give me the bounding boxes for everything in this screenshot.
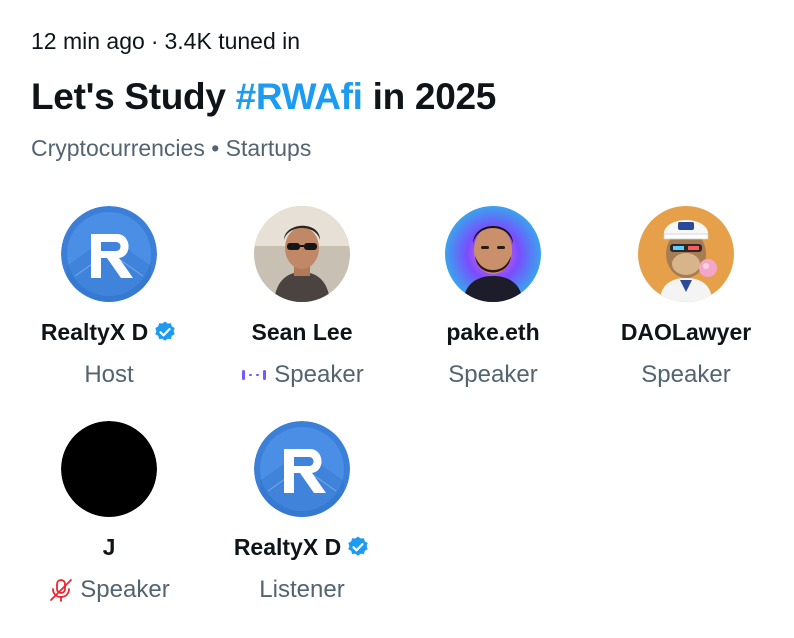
- participant-role: Speaker: [240, 360, 364, 390]
- verified-badge-icon: [346, 535, 370, 559]
- participant-name: DAOLawyer: [620, 318, 752, 345]
- space-topics: Cryptocurrencies • Startups: [31, 135, 312, 161]
- participant-realtyx-host[interactable]: RealtyX D Host: [14, 206, 204, 390]
- sean-lee-avatar[interactable]: [254, 206, 350, 302]
- person-photo-icon: [445, 206, 541, 302]
- realtyx-logo-icon: [254, 421, 350, 517]
- speaking-waveform-icon: [240, 365, 268, 385]
- title-hashtag-link[interactable]: #RWAfi: [236, 76, 363, 117]
- j-avatar[interactable]: [61, 421, 157, 517]
- ape-nft-icon: [638, 206, 734, 302]
- verified-badge-icon: [153, 320, 177, 344]
- participant-name: RealtyX D: [41, 318, 177, 346]
- space-title: Let's Study #RWAfi in 2025: [31, 76, 496, 118]
- realtyx-logo-avatar[interactable]: [61, 206, 157, 302]
- participant-name: J: [102, 533, 116, 560]
- participant-sean-lee[interactable]: Sean Lee Speaker: [207, 206, 397, 390]
- participant-name: RealtyX D: [234, 533, 370, 561]
- participant-role: Listener: [259, 576, 345, 603]
- person-photo-icon: [254, 206, 350, 302]
- muted-mic-icon: [48, 577, 74, 603]
- participant-role: Speaker: [48, 575, 170, 605]
- tuned-in-count: 3.4K tuned in: [164, 28, 301, 54]
- space-meta: 12 min ago · 3.4K tuned in: [31, 28, 300, 55]
- participant-pake-eth[interactable]: pake.eth Speaker: [398, 206, 588, 390]
- realtyx-logo-icon: [61, 206, 157, 302]
- participant-realtyx-listener[interactable]: RealtyX D Listener: [207, 421, 397, 605]
- title-prefix: Let's Study: [31, 76, 236, 117]
- participant-role: Host: [84, 361, 134, 388]
- pake-eth-avatar[interactable]: [445, 206, 541, 302]
- participant-name: pake.eth: [446, 318, 540, 345]
- participant-j[interactable]: J Speaker: [14, 421, 204, 605]
- black-circle-icon: [61, 421, 157, 517]
- participant-role: Speaker: [641, 361, 731, 388]
- daolawyer-avatar[interactable]: [638, 206, 734, 302]
- meta-separator: ·: [150, 28, 159, 54]
- participant-daolawyer[interactable]: DAOLawyer Speaker: [591, 206, 781, 390]
- realtyx-logo-avatar[interactable]: [254, 421, 350, 517]
- participant-name: Sean Lee: [251, 318, 353, 345]
- title-suffix: in 2025: [362, 76, 497, 117]
- participant-role: Speaker: [448, 361, 538, 388]
- time-ago: 12 min ago: [31, 28, 145, 54]
